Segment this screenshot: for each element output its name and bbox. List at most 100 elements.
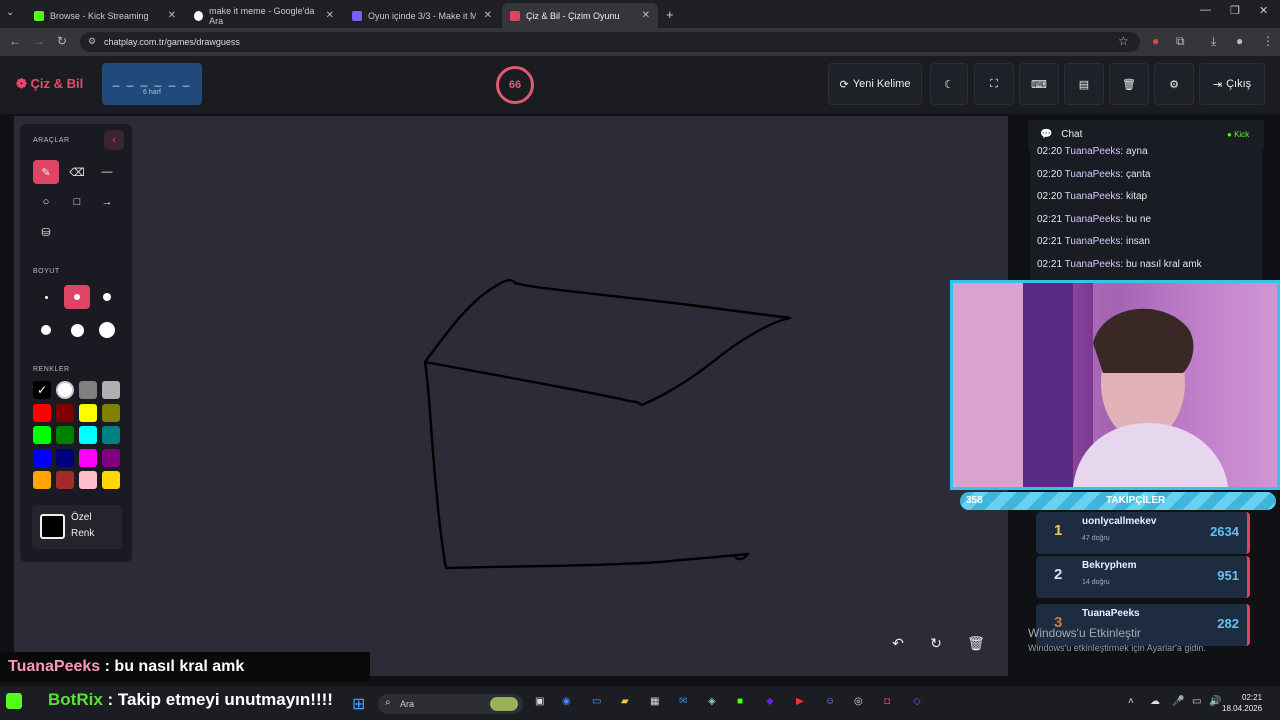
kick-taskbar-icon[interactable]: ■ <box>737 696 743 707</box>
custom-color-swatch[interactable] <box>40 514 65 539</box>
color-swatch[interactable] <box>33 471 51 489</box>
size-1[interactable] <box>33 285 59 309</box>
extension-icon[interactable]: ● <box>1152 34 1159 48</box>
taskbar-clock[interactable]: 02:21 18.04.2026 <box>1222 692 1262 714</box>
task-view-icon[interactable]: ▣ <box>535 696 544 707</box>
tab-make-it-meme[interactable]: Oyun içinde 3/3 - Make it Meme ✕ <box>344 3 500 28</box>
restore-icon[interactable]: ❐ <box>1230 4 1240 17</box>
fill-tool[interactable]: ⛁ <box>33 220 59 244</box>
color-swatch[interactable] <box>102 448 120 467</box>
tray-chevron-icon[interactable]: ˄ <box>1128 696 1134 707</box>
display-icon[interactable]: ▭ <box>1192 696 1201 707</box>
rectangle-tool[interactable]: □ <box>64 190 90 214</box>
menu-kebab-icon[interactable]: ⋮ <box>1262 34 1274 48</box>
network-icon[interactable]: ☁ <box>1150 696 1160 707</box>
tab-kick[interactable]: Browse - Kick Streaming ✕ <box>26 3 184 28</box>
size-3[interactable] <box>94 285 120 309</box>
dark-mode-button[interactable]: ☾ <box>930 63 968 105</box>
app2-taskbar-icon[interactable]: ◇ <box>913 696 921 707</box>
color-swatch[interactable] <box>102 381 120 399</box>
tab-google[interactable]: make it meme - Google'da Ara ✕ <box>186 3 342 28</box>
exit-button[interactable]: ⇥ Çıkış <box>1199 63 1265 105</box>
line-tool[interactable]: — <box>94 160 120 184</box>
window-close-icon[interactable]: ✕ <box>1259 4 1268 17</box>
color-swatch[interactable] <box>56 448 74 467</box>
undo-button[interactable]: ↶ <box>887 632 909 654</box>
arrow-tool[interactable]: → <box>94 190 120 214</box>
forward-icon[interactable]: → <box>33 34 45 48</box>
close-icon[interactable]: ✕ <box>642 10 650 21</box>
color-swatch[interactable] <box>102 403 120 422</box>
new-word-button[interactable]: ⟳ Yeni Kelime <box>828 63 922 105</box>
search-highlight-icon <box>490 697 518 711</box>
color-swatch[interactable] <box>79 426 97 444</box>
volume-icon[interactable]: 🔊 <box>1209 696 1221 707</box>
monitor-icon[interactable]: ▭ <box>592 696 601 707</box>
profile-avatar[interactable]: ● <box>1236 34 1243 48</box>
color-swatch[interactable] <box>79 381 97 399</box>
size-2[interactable] <box>64 285 90 309</box>
color-swatch[interactable] <box>79 403 97 422</box>
keyboard-button[interactable]: ⌨ <box>1019 63 1059 105</box>
reload-icon[interactable]: ↻ <box>57 34 67 48</box>
mail-icon[interactable]: ✉ <box>679 696 687 707</box>
tab-search-icon[interactable]: ⌄ <box>6 7 14 18</box>
color-swatch[interactable] <box>56 426 74 444</box>
color-swatch[interactable] <box>56 471 74 489</box>
color-swatch[interactable] <box>56 403 74 422</box>
pencil-tool[interactable]: ✎ <box>33 160 59 184</box>
refresh-icon: ⟳ <box>839 78 849 91</box>
store-icon[interactable]: ▦ <box>650 696 659 707</box>
color-swatch[interactable] <box>79 448 97 467</box>
size-6[interactable] <box>94 318 120 342</box>
color-swatch[interactable] <box>102 471 120 489</box>
eraser-icon: ⌫ <box>69 166 85 179</box>
new-tab-button[interactable]: + <box>666 7 674 22</box>
clear-canvas-button[interactable]: 🗑 <box>965 632 987 654</box>
instagram-icon[interactable]: ◘ <box>884 696 890 707</box>
url-field[interactable]: chatplay.com.tr/games/drawguess <box>80 32 1140 52</box>
video-icon[interactable]: ▶ <box>796 696 804 707</box>
size-5[interactable] <box>64 318 90 342</box>
close-icon[interactable]: ✕ <box>168 10 176 21</box>
color-swatch[interactable] <box>56 381 74 399</box>
app-logo[interactable]: ❁ Çiz & Bil <box>16 76 83 92</box>
color-swatch[interactable] <box>33 426 51 444</box>
chat-message: 02:21 TuanaPeeks: bu nasıl kral amk <box>1037 258 1202 270</box>
color-swatch[interactable]: ✓ <box>33 381 51 399</box>
windows-start-icon[interactable]: ⊞ <box>352 694 365 714</box>
ciz-bil-icon <box>510 10 520 21</box>
clear-button[interactable]: 🗑 <box>1109 63 1149 105</box>
bookmark-star-icon[interactable]: ☆ <box>1118 34 1129 48</box>
size-4[interactable] <box>33 318 59 342</box>
folder-icon[interactable]: ▰ <box>621 696 629 707</box>
download-icon[interactable]: ⤓ <box>1211 34 1216 49</box>
archive-button[interactable]: ▤ <box>1064 63 1104 105</box>
fullscreen-button[interactable]: ⛶ <box>974 63 1014 105</box>
discord-icon[interactable]: ☺ <box>825 696 835 707</box>
extensions-puzzle-icon[interactable]: ⧉ <box>1176 34 1185 49</box>
obs-icon[interactable]: ◎ <box>854 696 863 707</box>
color-swatch[interactable] <box>79 471 97 489</box>
redo-button[interactable]: ↻ <box>925 632 947 654</box>
settings-button[interactable]: ⚙ <box>1154 63 1194 105</box>
platform-badge: ● Kick <box>1227 130 1250 139</box>
drawing-canvas[interactable] <box>14 116 1008 676</box>
back-icon[interactable]: ← <box>9 34 21 48</box>
close-icon[interactable]: ✕ <box>484 10 492 21</box>
close-icon[interactable]: ✕ <box>326 10 334 21</box>
eraser-tool[interactable]: ⌫ <box>64 160 90 184</box>
windows-activation-title: Windows'u Etkinleştir <box>1028 626 1141 640</box>
minimize-icon[interactable]: — <box>1200 4 1211 16</box>
mic-icon[interactable]: 🎤 <box>1172 696 1184 707</box>
color-swatch[interactable] <box>33 403 51 422</box>
app-taskbar-icon[interactable]: ◆ <box>766 696 774 707</box>
tab-ciz-bil[interactable]: Çiz & Bil - Çizim Oyunu ✕ <box>502 3 658 28</box>
color-swatch[interactable] <box>33 448 51 467</box>
steam-icon[interactable]: ◈ <box>708 696 716 707</box>
chrome-taskbar-icon[interactable]: ◉ <box>562 696 571 707</box>
circle-tool[interactable]: ○ <box>33 190 59 214</box>
site-info-icon[interactable]: ⚙ <box>88 36 96 47</box>
color-swatch[interactable] <box>102 426 120 444</box>
collapse-panel-button[interactable]: ‹ <box>104 130 124 150</box>
